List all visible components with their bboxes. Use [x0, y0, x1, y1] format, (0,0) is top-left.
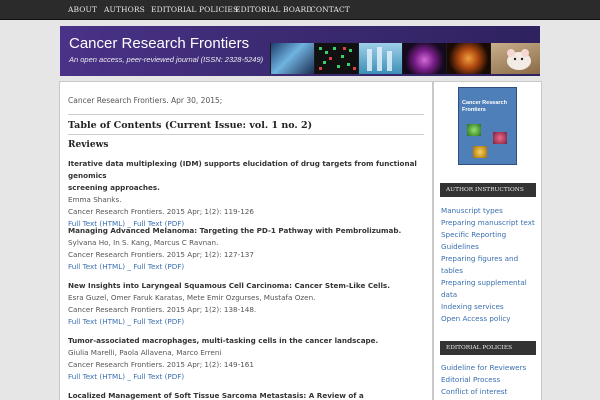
sidebar-link[interactable]: Guideline for Reviewers — [441, 362, 537, 374]
nav-editorial-board[interactable]: EDITORIAL BOARD — [235, 0, 312, 20]
article-citation: Cancer Research Frontiers. 2015 Apr; 1(2… — [68, 250, 254, 259]
widget-heading-editorial-policies: EDITORIAL POLICIES — [440, 341, 536, 355]
sidebar-link[interactable]: Editorial Process — [441, 374, 537, 386]
site-banner[interactable]: Cancer Research Frontiers An open access… — [60, 26, 540, 76]
article-item: New Insights into Laryngeal Squamous Cel… — [68, 280, 424, 328]
article-citation: Cancer Research Frontiers. 2015 Apr; 1(2… — [68, 360, 254, 369]
banner-image-mouse — [490, 43, 540, 74]
article-item: Localized Management of Soft Tissue Sarc… — [68, 390, 424, 400]
banner-image-dna — [270, 43, 314, 74]
full-text-pdf-link[interactable]: Full Text (PDF) — [133, 317, 184, 326]
article-links: Full Text (HTML) _ Full Text (PDF) — [68, 316, 424, 328]
section-heading: Reviews — [68, 140, 109, 150]
divider — [68, 134, 424, 135]
banner-subtitle: An open access, peer-reviewed journal (I… — [69, 55, 264, 64]
article-links: Full Text (HTML) _ Full Text (PDF) — [68, 261, 424, 273]
widget-heading-author-instructions: AUTHOR INSTRUCTIONS — [440, 183, 536, 197]
sidebar-link[interactable]: Preparing manuscript text — [441, 217, 537, 229]
full-text-html-link[interactable]: Full Text (HTML) — [68, 372, 125, 381]
sidebar-link[interactable]: Specific Reporting — [441, 229, 537, 241]
full-text-pdf-link[interactable]: Full Text (PDF) — [133, 262, 184, 271]
mouse-icon — [507, 49, 531, 70]
link-separator: _ — [127, 317, 131, 326]
journal-cover[interactable]: Cancer Research Frontiers — [458, 87, 517, 165]
article-links: Full Text (HTML) _ Full Text (PDF) — [68, 371, 424, 383]
microarray-icon — [319, 47, 356, 70]
article-item: Tumor-associated macrophages, multi-task… — [68, 335, 424, 383]
sidebar-link[interactable]: Conflict of interest — [441, 386, 537, 398]
main-content: Cancer Research Frontiers. Apr 30, 2015;… — [59, 81, 433, 400]
article-authors: Esra Guzel, Omer Faruk Karatas, Mete Emi… — [68, 293, 316, 302]
issue-date: Cancer Research Frontiers. Apr 30, 2015; — [68, 96, 223, 105]
cover-image — [467, 124, 481, 136]
article-title[interactable]: Iterative data multiplexing (IDM) suppor… — [68, 158, 424, 182]
article-authors: Sylvana Ho, In S. Kang, Marcus C Ravnan. — [68, 238, 219, 247]
full-text-pdf-link[interactable]: Full Text (PDF) — [133, 372, 184, 381]
banner-image-lab — [358, 43, 402, 74]
toc-heading: Table of Contents (Current Issue: vol. 1… — [68, 120, 313, 131]
article-item: Managing Advanced Melanoma: Targeting th… — [68, 225, 424, 273]
article-title[interactable]: screening approaches. — [68, 182, 424, 194]
article-title[interactable]: Managing Advanced Melanoma: Targeting th… — [68, 225, 424, 237]
banner-image-cell-purple — [402, 43, 446, 74]
article-authors: Emma Shanks. — [68, 195, 122, 204]
divider — [68, 114, 424, 115]
sidebar-link[interactable]: data — [441, 289, 537, 301]
sidebar-link[interactable]: Indexing services — [441, 301, 537, 313]
sidebar-link[interactable]: Manuscript types — [441, 205, 537, 217]
test-tubes-icon — [367, 47, 392, 71]
full-text-html-link[interactable]: Full Text (HTML) — [68, 262, 125, 271]
sidebar-link[interactable]: Open Access policy — [441, 313, 537, 325]
sidebar-link[interactable]: Preparing supplemental — [441, 277, 537, 289]
link-separator: _ — [127, 372, 131, 381]
nav-about[interactable]: ABOUT — [68, 0, 97, 20]
sidebar-link[interactable]: tables — [441, 265, 537, 277]
banner-title: Cancer Research Frontiers — [69, 35, 250, 52]
article-item: Iterative data multiplexing (IDM) suppor… — [68, 158, 424, 230]
cover-image — [473, 146, 487, 158]
sidebar: Cancer Research Frontiers AUTHOR INSTRUC… — [433, 81, 542, 400]
article-citation: Cancer Research Frontiers. 2015 Apr; 1(2… — [68, 305, 257, 314]
article-citation: Cancer Research Frontiers. 2015 Apr; 1(2… — [68, 207, 254, 216]
banner-image-cells — [314, 43, 358, 74]
nav-editorial-policies[interactable]: EDITORIAL POLICIES — [151, 0, 238, 20]
sidebar-link[interactable]: Preparing figures and — [441, 253, 537, 265]
article-title[interactable]: New Insights into Laryngeal Squamous Cel… — [68, 280, 424, 292]
sidebar-link[interactable]: Guidelines — [441, 241, 537, 253]
cover-title: Cancer Research Frontiers — [462, 100, 507, 113]
article-title[interactable]: Localized Management of Soft Tissue Sarc… — [68, 390, 424, 400]
article-title[interactable]: Tumor-associated macrophages, multi-task… — [68, 335, 424, 347]
nav-authors[interactable]: AUTHORS — [104, 0, 145, 20]
cover-image — [493, 132, 507, 144]
full-text-html-link[interactable]: Full Text (HTML) — [68, 317, 125, 326]
top-nav: ABOUT AUTHORS EDITORIAL POLICIES EDITORI… — [0, 0, 600, 20]
banner-image-cell-orange — [446, 43, 490, 74]
article-authors: Giulia Marelli, Paola Allavena, Marco Er… — [68, 348, 222, 357]
link-separator: _ — [127, 262, 131, 271]
nav-contact[interactable]: CONTACT — [310, 0, 350, 20]
